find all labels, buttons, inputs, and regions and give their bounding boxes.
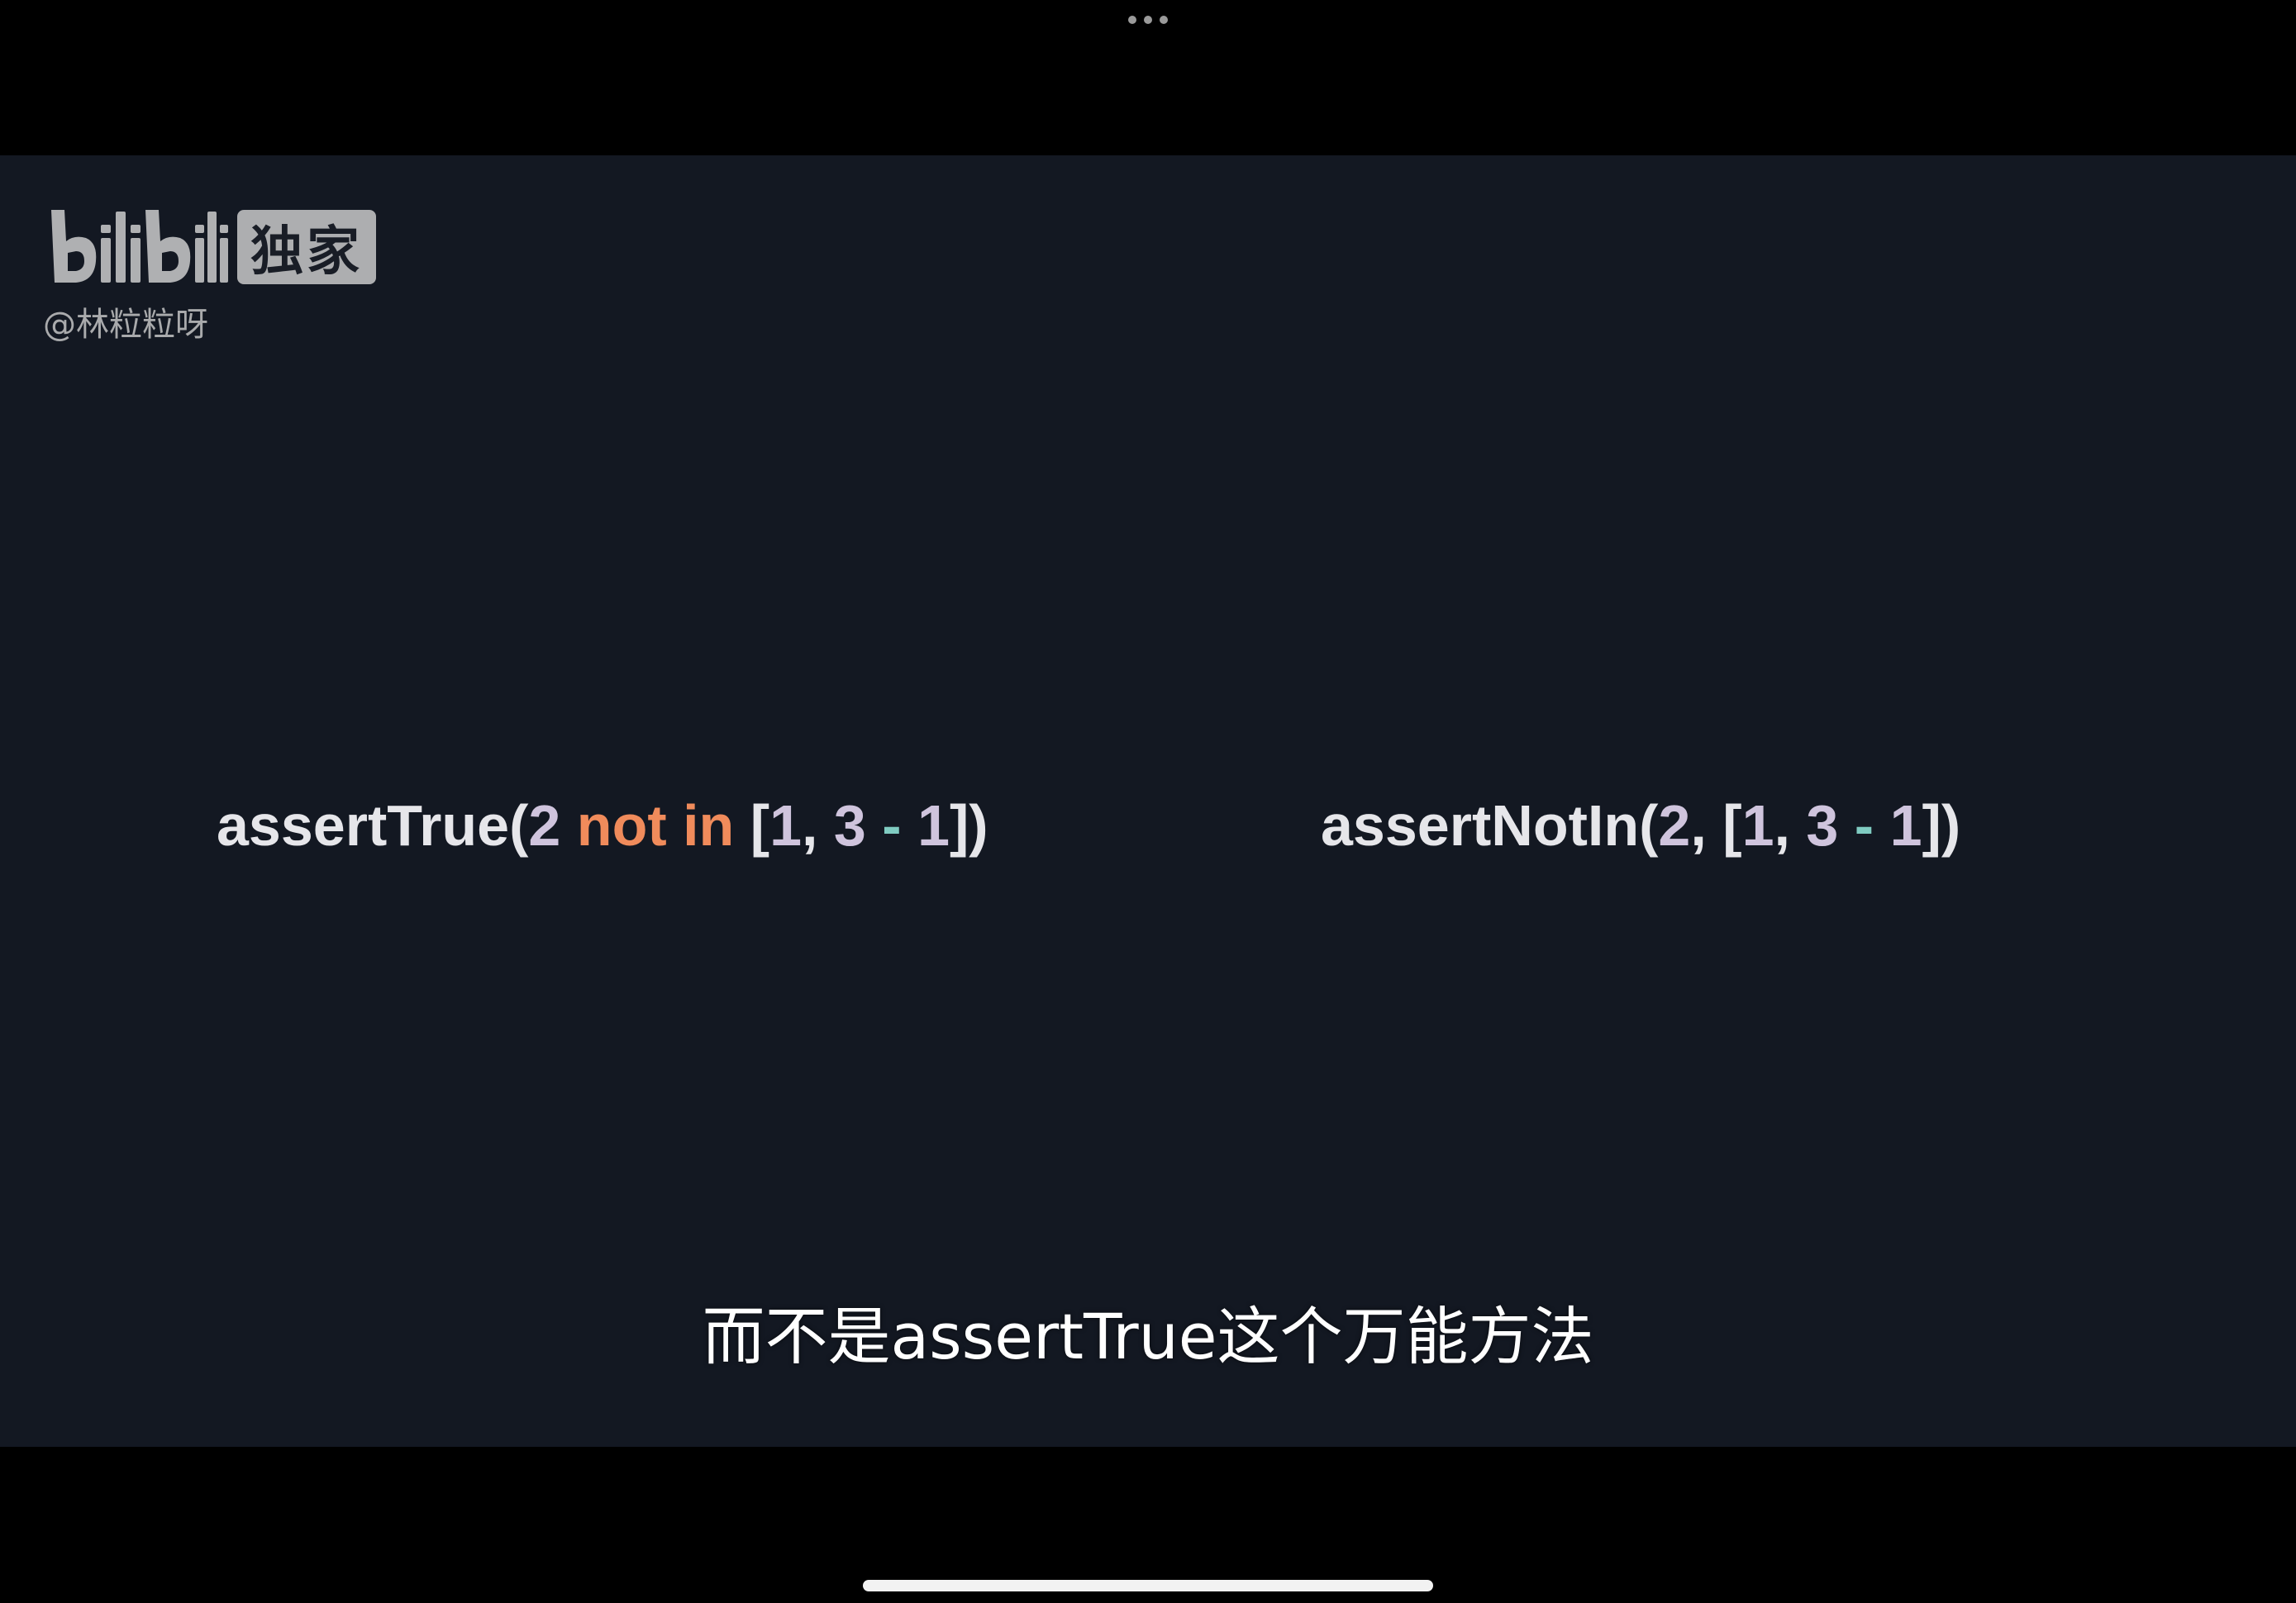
screen: bilibili [0, 0, 2296, 1603]
dot [1144, 16, 1152, 24]
code-number: 3 [833, 793, 866, 858]
code-keyword: not in [560, 793, 750, 858]
code-number: 1 [917, 793, 950, 858]
bilibili-watermark: bilibili [43, 202, 376, 345]
code-number: 1 [769, 793, 802, 858]
code-number: 1 [1889, 793, 1922, 858]
code-number: 1 [1741, 793, 1774, 858]
code-comma: , [1774, 793, 1807, 858]
code-assert-not-in: assertNotIn(2, [1, 3 - 1]) [1321, 788, 1960, 863]
uploader-handle: @林粒粒呀 [43, 306, 208, 344]
code-bracket: ]) [1922, 793, 1961, 858]
bilibili-logo: bilibili [51, 210, 228, 283]
code-assert-true: assertTrue(2 not in [1, 3 - 1]) [217, 788, 988, 863]
code-bracket: [ [750, 793, 770, 858]
code-operator: - [1838, 793, 1890, 858]
code-number: 2 [1658, 793, 1691, 858]
dot [1160, 16, 1168, 24]
code-bracket: ]) [950, 793, 988, 858]
code-function: assertNotIn( [1321, 793, 1659, 858]
code-comma: , [802, 793, 834, 858]
exclusive-badge: 独家 [237, 210, 376, 284]
code-number: 2 [528, 793, 561, 858]
code-function: assertTrue( [217, 793, 529, 858]
video-frame[interactable]: bilibili [0, 155, 2296, 1447]
dot [1128, 16, 1136, 24]
subtitle: 而不是assertTrue这个万能方法 [702, 1300, 1594, 1373]
code-number: 3 [1806, 793, 1839, 858]
code-operator: - [865, 793, 918, 858]
home-indicator[interactable] [863, 1580, 1433, 1591]
ellipsis-icon[interactable] [1128, 13, 1168, 26]
code-separator: , [ [1690, 793, 1742, 858]
